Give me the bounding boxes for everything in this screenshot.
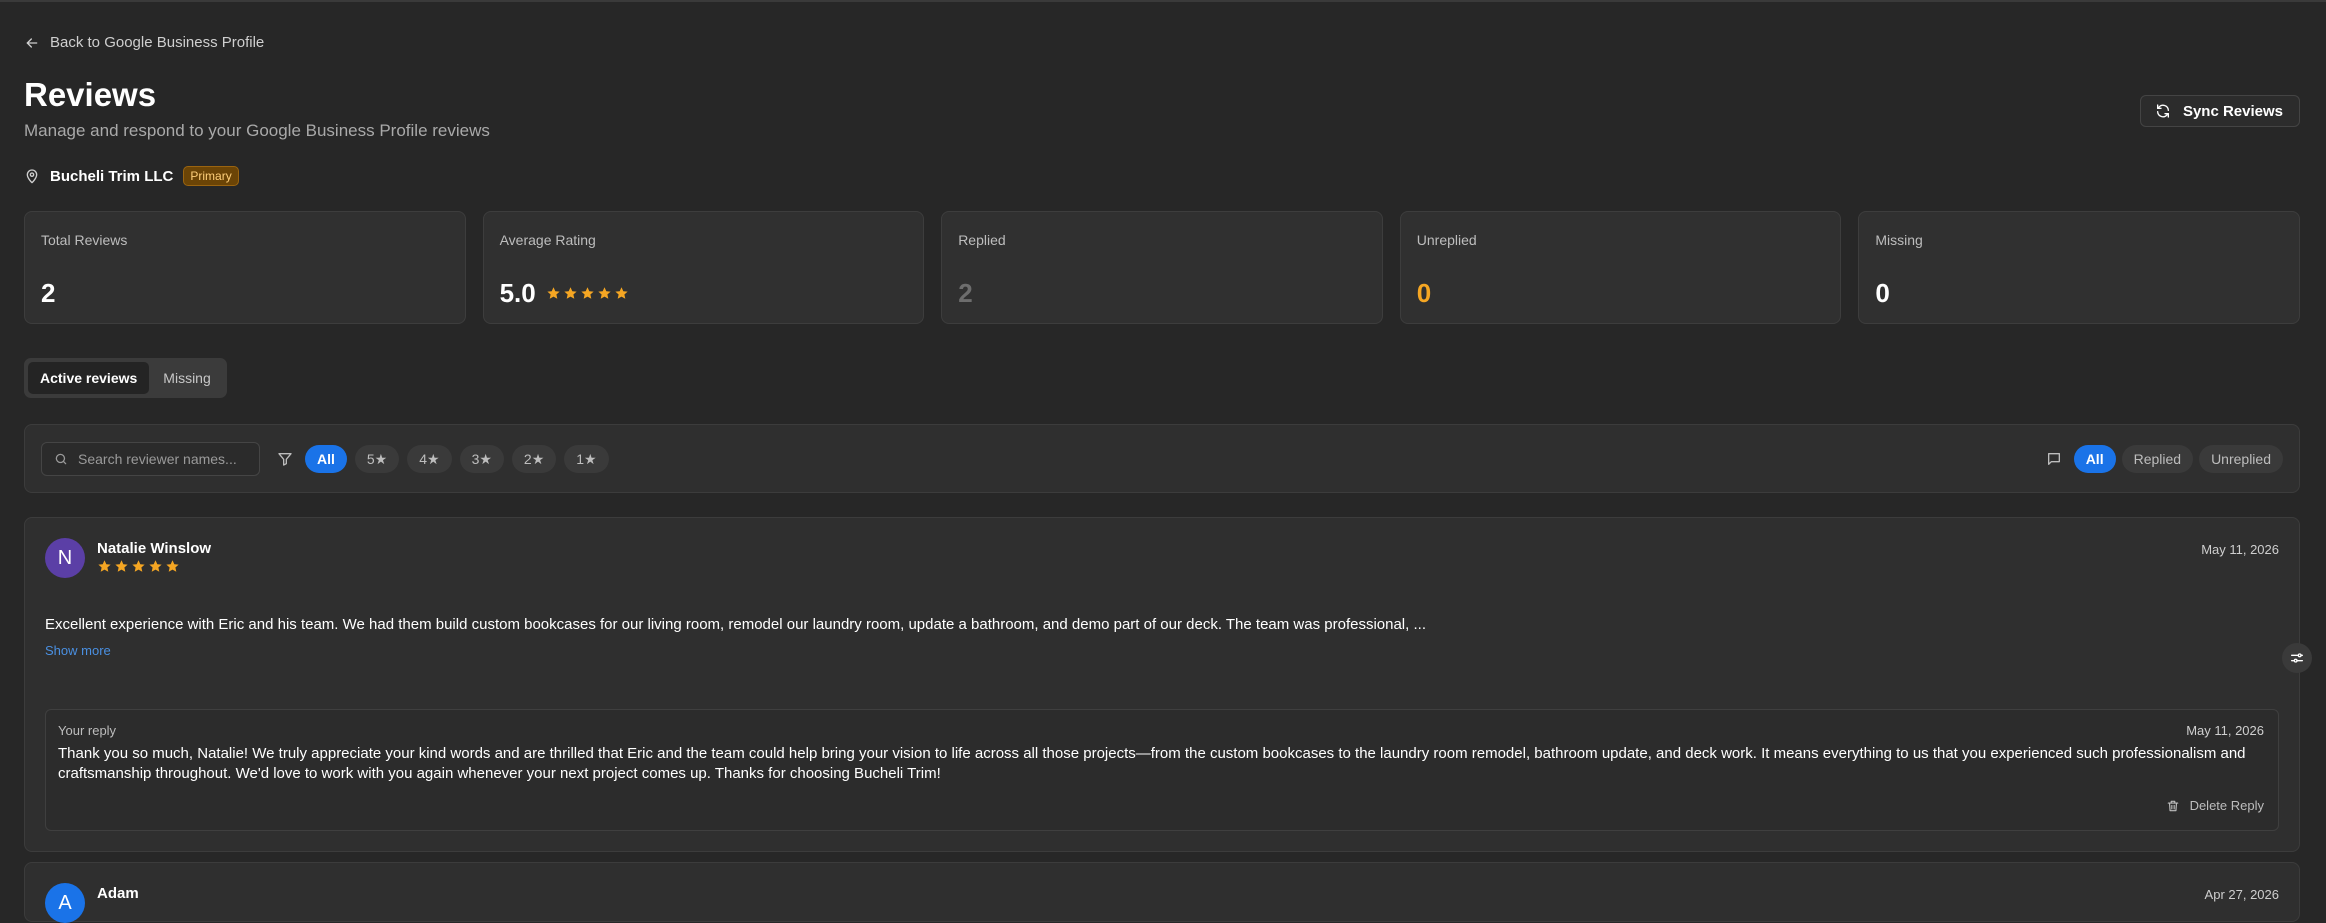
star-icon [165, 559, 180, 574]
filter-icon [278, 453, 292, 466]
rating-chip-1[interactable]: 1★ [564, 445, 609, 473]
star-icon [546, 286, 561, 301]
average-rating-stars [546, 286, 629, 301]
show-more-link[interactable]: Show more [45, 643, 111, 658]
star-icon [563, 286, 578, 301]
stat-label: Replied [958, 232, 1006, 248]
search-input[interactable] [78, 451, 258, 467]
map-pin-icon [26, 169, 38, 184]
rating-chip-4[interactable]: 4★ [407, 445, 452, 473]
rating-chip-all[interactable]: All [305, 445, 347, 473]
review-text: Excellent experience with Eric and his t… [45, 616, 1426, 633]
stat-card-unreplied: Unreplied 0 [1399, 211, 1842, 324]
rating-chip-3[interactable]: 3★ [459, 445, 504, 473]
star-icon [614, 286, 629, 301]
page-title: Reviews [24, 76, 157, 113]
star-icon [97, 559, 112, 574]
sliders-icon [2291, 653, 2303, 663]
stat-value: 2 [41, 278, 56, 308]
message-icon [2047, 453, 2060, 465]
side-tool-button[interactable] [2282, 643, 2312, 673]
sync-reviews-button[interactable]: Sync Reviews [2139, 95, 2300, 127]
review-card: A Adam Apr 27, 2026 [24, 862, 2300, 923]
delete-reply-button[interactable]: Delete Reply [2166, 798, 2264, 813]
tab-missing[interactable]: Missing [151, 362, 222, 394]
stat-value-row: 5.0 [500, 278, 629, 309]
stat-label: Total Reviews [41, 232, 128, 248]
star-icon [580, 286, 595, 301]
search-icon [55, 453, 67, 465]
location-name: Bucheli Trim LLC [50, 167, 174, 185]
star-icon [114, 559, 129, 574]
reply-label: Your reply [58, 723, 117, 738]
window-top-border [0, 0, 2326, 2]
search-box [41, 442, 260, 476]
reply-chip-unreplied[interactable]: Unreplied [2199, 445, 2283, 473]
reply-status-filter-group: All Replied Unreplied [2046, 445, 2283, 473]
trash-icon [2167, 800, 2178, 811]
avatar: N [45, 538, 85, 578]
tab-active-reviews[interactable]: Active reviews [28, 362, 150, 394]
arrow-left-icon [26, 37, 38, 48]
stat-card-replied: Replied 2 [941, 211, 1383, 324]
stat-value: 0 [1875, 278, 1890, 308]
review-date: May 11, 2026 [2201, 542, 2279, 557]
average-rating-value: 5.0 [499, 278, 536, 308]
rating-filter-group: All 5★ 4★ 3★ 2★ 1★ [277, 445, 609, 473]
review-date: Apr 27, 2026 [2204, 887, 2279, 902]
avatar: A [45, 883, 85, 923]
back-link-label: Back to Google Business Profile [50, 34, 265, 51]
stat-value: 0 [1416, 278, 1432, 308]
reply-chip-all[interactable]: All [2073, 445, 2116, 473]
location-selector: Bucheli Trim LLC Primary [24, 166, 239, 186]
stat-card-average: Average Rating 5.0 [482, 211, 925, 324]
reply-chip-replied[interactable]: Replied [2121, 445, 2194, 473]
star-icon [131, 559, 146, 574]
review-card: N Natalie Winslow May 11, 2026 Excellent… [24, 517, 2300, 852]
review-stars [97, 559, 180, 574]
stat-card-missing: Missing 0 [1858, 211, 2300, 324]
reply-box: Your reply May 11, 2026 Thank you so muc… [45, 709, 2279, 831]
stats-row: Total Reviews 2 Average Rating 5.0 Repli… [24, 211, 2300, 324]
stat-value: 2 [958, 278, 973, 308]
delete-reply-label: Delete Reply [2189, 798, 2264, 813]
stat-card-total: Total Reviews 2 [24, 211, 466, 324]
rating-chip-2[interactable]: 2★ [511, 445, 557, 473]
sync-reviews-label: Sync Reviews [2182, 102, 2283, 120]
stat-label: Average Rating [499, 232, 596, 248]
star-icon [597, 286, 612, 301]
reviewer-name: Natalie Winslow [97, 540, 212, 557]
review-view-toggle: Active reviews Missing [24, 358, 227, 398]
reply-text: Thank you so much, Natalie! We truly app… [58, 745, 2246, 782]
back-link[interactable]: Back to Google Business Profile [24, 34, 264, 51]
reply-date: May 11, 2026 [2186, 723, 2264, 738]
page-subtitle: Manage and respond to your Google Busine… [24, 121, 490, 140]
stat-label: Missing [1875, 232, 1923, 248]
rating-chip-5[interactable]: 5★ [354, 445, 400, 473]
star-icon [148, 559, 163, 574]
refresh-icon [2156, 104, 2169, 118]
primary-badge: Primary [183, 166, 239, 186]
stat-label: Unreplied [1416, 232, 1477, 248]
filter-bar: All 5★ 4★ 3★ 2★ 1★ All Replied Unreplied [24, 424, 2300, 493]
